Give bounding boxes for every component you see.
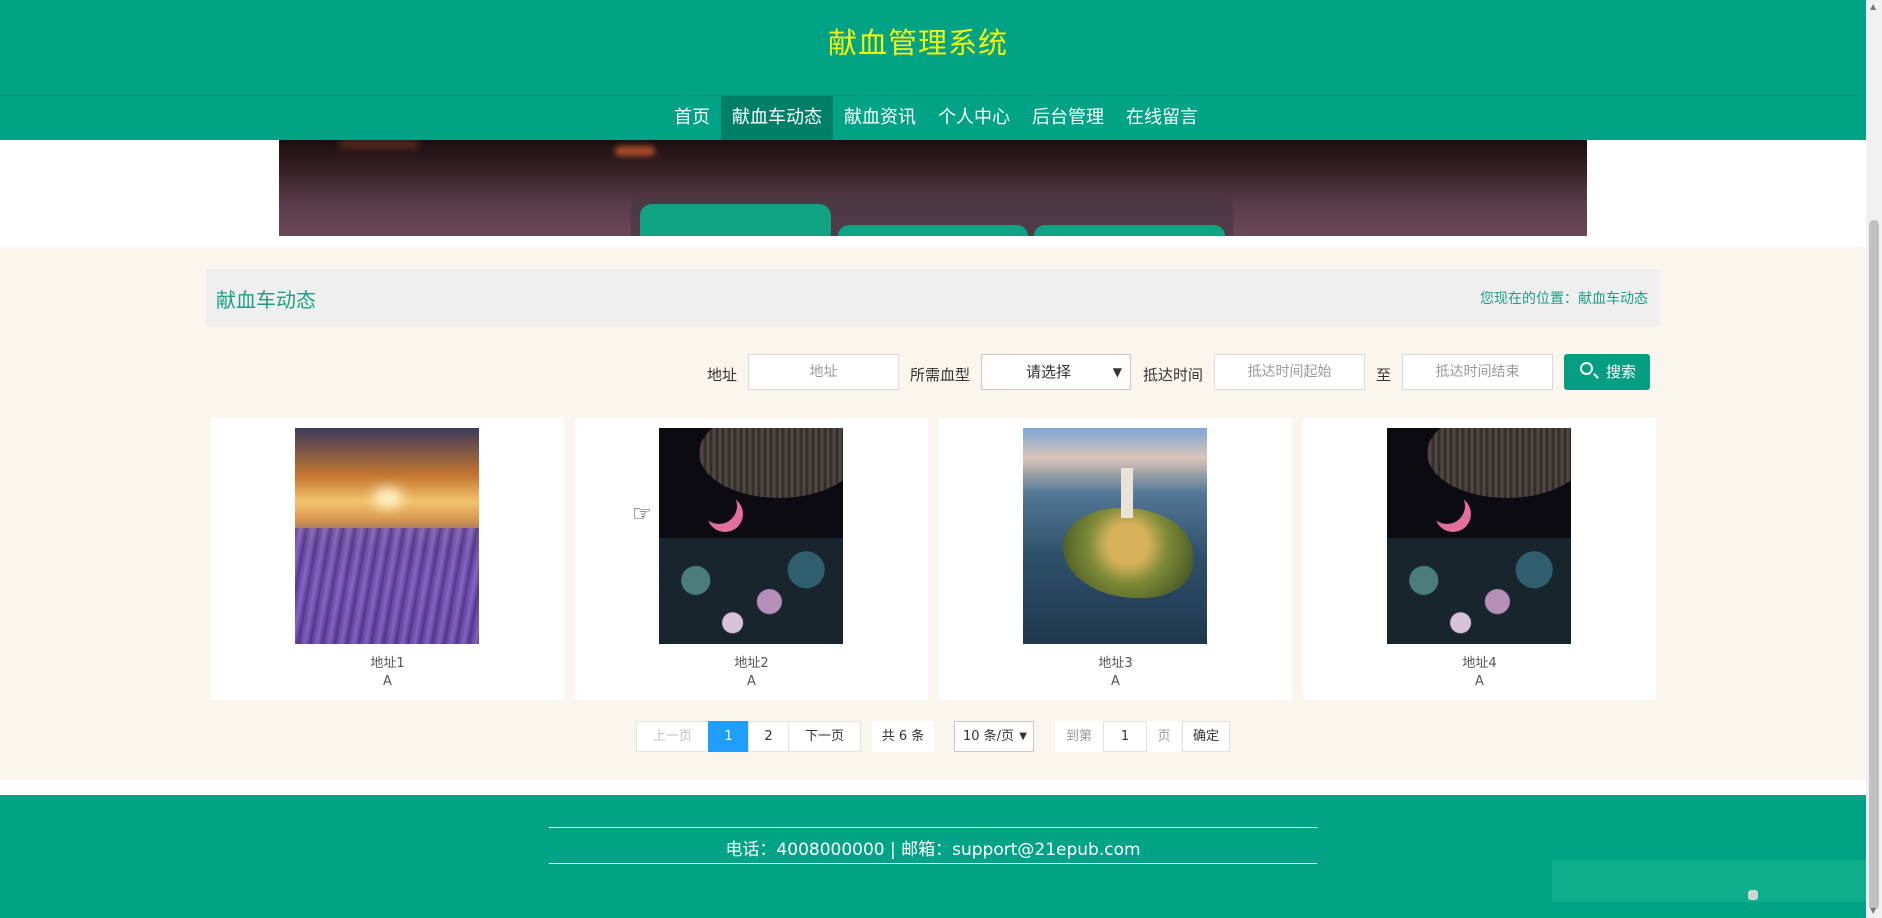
arrival-time-label: 抵达时间 — [1143, 366, 1204, 384]
blood-type-label: 所需血型 — [910, 366, 971, 384]
list-item[interactable]: 地址3 A — [939, 418, 1292, 700]
address-input[interactable]: 地址 — [748, 354, 899, 390]
widget-icon[interactable] — [1748, 890, 1758, 900]
search-button[interactable]: 搜索 — [1564, 354, 1650, 390]
banner-image — [279, 140, 1587, 236]
main-content: 献血车动态 您现在的位置：献血车动态 地址 地址 所需血型 请选择 ▼ 抵达时间… — [0, 247, 1866, 780]
goto-label: 到第 — [1055, 721, 1103, 752]
per-page-value: 10 条/页 — [963, 729, 1015, 744]
card-title: 地址1 — [370, 656, 405, 671]
arrival-end-input[interactable]: 抵达时间结束 — [1402, 354, 1553, 390]
arrival-start-input[interactable]: 抵达时间起始 — [1214, 354, 1365, 390]
per-page-select[interactable]: 10 条/页 ▼ — [954, 721, 1034, 752]
nav-item-home[interactable]: 首页 — [663, 96, 721, 140]
blood-type-select[interactable]: 请选择 ▼ — [981, 354, 1131, 390]
nav-item-messages[interactable]: 在线留言 — [1115, 96, 1209, 140]
page-unit-label: 页 — [1147, 721, 1181, 752]
hand-cursor-icon: ☞ — [632, 502, 652, 527]
page-button-2[interactable]: 2 — [748, 721, 789, 752]
to-label: 至 — [1376, 366, 1392, 384]
list-item[interactable]: 地址2 A — [575, 418, 928, 700]
site-title: 献血管理系统 — [827, 26, 1008, 60]
footer-divider — [549, 827, 1317, 828]
chevron-down-icon: ▼ — [1019, 731, 1027, 742]
nav-item-admin[interactable]: 后台管理 — [1021, 96, 1115, 140]
card-title: 地址4 — [1462, 656, 1497, 671]
banner-slide-tab-2[interactable] — [838, 225, 1028, 236]
goto-page-input[interactable]: 1 — [1103, 721, 1147, 752]
card-blood-type: A — [747, 674, 756, 689]
site-header: 献血管理系统 — [0, 0, 1866, 95]
total-count: 共 6 条 — [872, 721, 934, 752]
footer-contact: 电话：4008000000 | 邮箱：support@21epub.com — [725, 840, 1141, 860]
floating-widget[interactable] — [1552, 860, 1866, 902]
card-image-night-garden[interactable] — [1387, 428, 1571, 644]
card-image-lavender[interactable] — [295, 428, 479, 644]
scroll-up-icon[interactable]: ▲ — [1870, 2, 1876, 11]
card-blood-type: A — [1475, 674, 1484, 689]
page-title: 献血车动态 — [216, 288, 316, 312]
prev-page-button[interactable]: 上一页 — [636, 721, 709, 752]
card-image-castle-island[interactable] — [1023, 428, 1207, 644]
scroll-thumb[interactable] — [1869, 220, 1879, 910]
nav-item-profile[interactable]: 个人中心 — [927, 96, 1021, 140]
scrollbar[interactable]: ▲ ▼ — [1866, 0, 1882, 918]
page-button-1[interactable]: 1 — [708, 721, 749, 752]
goto-confirm-button[interactable]: 确定 — [1182, 721, 1230, 752]
main-nav: 首页 献血车动态 献血资讯 个人中心 后台管理 在线留言 — [0, 95, 1866, 140]
card-title: 地址3 — [1098, 656, 1133, 671]
banner-slide-tab-1[interactable] — [640, 204, 831, 236]
banner-slide-tab-3[interactable] — [1034, 225, 1225, 236]
banner-area — [0, 140, 1866, 236]
blood-type-selected: 请选择 — [1026, 363, 1072, 381]
list-item[interactable]: 地址1 A — [211, 418, 564, 700]
scroll-down-icon[interactable]: ▼ — [1870, 906, 1876, 915]
address-label: 地址 — [707, 366, 738, 384]
footer-divider — [549, 863, 1317, 864]
card-title: 地址2 — [734, 656, 769, 671]
search-button-label: 搜索 — [1606, 363, 1637, 381]
nav-item-blood-bus[interactable]: 献血车动态 — [721, 96, 833, 140]
next-page-button[interactable]: 下一页 — [788, 721, 861, 752]
nav-item-news[interactable]: 献血资讯 — [833, 96, 927, 140]
card-image-night-garden[interactable] — [659, 428, 843, 644]
search-icon — [1580, 362, 1593, 375]
chevron-down-icon: ▼ — [1112, 365, 1122, 379]
breadcrumb: 您现在的位置：献血车动态 — [1480, 291, 1648, 307]
card-blood-type: A — [1111, 674, 1120, 689]
section-title-bar: 献血车动态 您现在的位置：献血车动态 — [206, 269, 1660, 326]
card-blood-type: A — [383, 674, 392, 689]
list-item[interactable]: 地址4 A — [1303, 418, 1656, 700]
